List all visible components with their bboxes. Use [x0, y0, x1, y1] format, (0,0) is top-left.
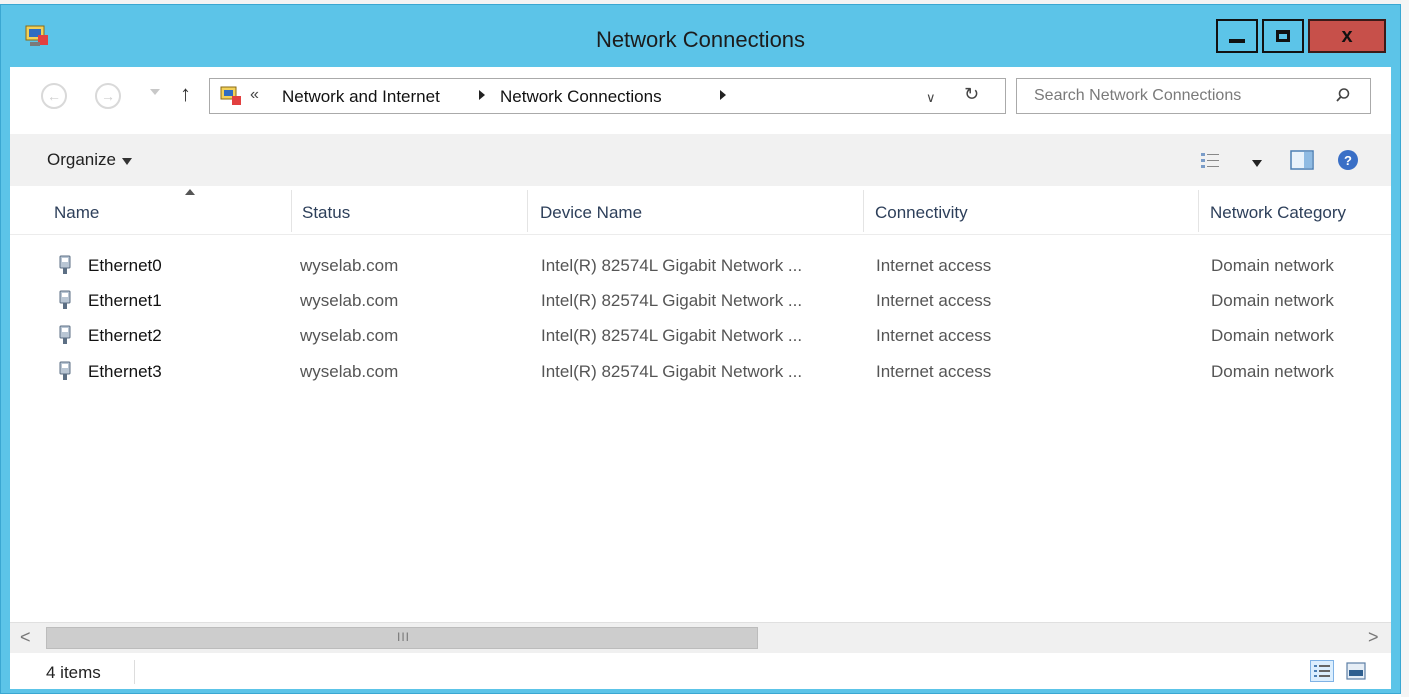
- column-header-label: Status: [302, 203, 351, 222]
- view-options-dropdown[interactable]: [1252, 160, 1262, 167]
- network-category: Domain network: [1211, 362, 1334, 381]
- organize-button[interactable]: Organize: [47, 150, 116, 170]
- command-bar: Organize ?: [10, 134, 1391, 186]
- search-box[interactable]: Search Network Connections: [1016, 78, 1371, 114]
- connection-status: wyselab.com: [300, 362, 399, 381]
- connectivity: Internet access: [876, 256, 992, 275]
- recent-locations-dropdown[interactable]: [150, 89, 160, 95]
- breadcrumb-network-connections[interactable]: Network Connections: [500, 87, 662, 107]
- up-button[interactable]: ↑: [180, 81, 191, 107]
- column-header-connectivity[interactable]: Connectivity: [864, 186, 1198, 234]
- ethernet-adapter-icon: [59, 325, 71, 344]
- column-header-name[interactable]: Name: [43, 186, 291, 234]
- column-header-device-name[interactable]: Device Name: [529, 186, 863, 234]
- preview-pane-icon[interactable]: [1290, 150, 1314, 170]
- device-name: Intel(R) 82574L Gigabit Network ...: [541, 256, 803, 275]
- table-row[interactable]: Ethernet1 wyselab.com Intel(R) 82574L Gi…: [10, 282, 1391, 318]
- status-divider: [134, 660, 135, 684]
- window-title: Network Connections: [595, 27, 806, 52]
- scroll-right-button[interactable]: >: [1368, 627, 1379, 648]
- connection-name: Ethernet2: [88, 326, 162, 345]
- forward-arrow-icon: →: [101, 88, 115, 104]
- maximize-icon: [1276, 30, 1290, 42]
- column-header-status[interactable]: Status: [291, 186, 527, 234]
- breadcrumb-arrow-icon[interactable]: [720, 90, 726, 100]
- connectivity: Internet access: [876, 326, 992, 345]
- device-name: Intel(R) 82574L Gigabit Network ...: [541, 362, 803, 381]
- network-category: Domain network: [1211, 326, 1334, 345]
- column-divider[interactable]: [527, 190, 528, 232]
- address-bar[interactable]: « Network and Internet Network Connectio…: [209, 78, 1006, 114]
- scrollbar-thumb[interactable]: III: [46, 627, 758, 649]
- breadcrumb-network-and-internet[interactable]: Network and Internet: [282, 87, 440, 107]
- address-history-chevron-icon[interactable]: ∨: [926, 90, 936, 106]
- network-connections-icon: [220, 86, 241, 105]
- navigation-bar: ← → ↑ « Network and Internet Network Con…: [10, 67, 1391, 127]
- search-input[interactable]: Search Network Connections: [1034, 87, 1241, 105]
- connection-name: Ethernet3: [88, 362, 162, 381]
- network-connections-window: Network Connections x ← → ↑ « Network an…: [0, 4, 1401, 694]
- network-category: Domain network: [1211, 291, 1334, 310]
- connectivity: Internet access: [876, 362, 992, 381]
- connection-status: wyselab.com: [300, 291, 399, 310]
- status-bar: 4 items: [10, 654, 1391, 689]
- column-header-row: Name Status Device Name Connectivity Net…: [10, 186, 1391, 235]
- help-icon[interactable]: ?: [1338, 150, 1358, 170]
- connection-status: wyselab.com: [300, 326, 399, 345]
- table-row[interactable]: Ethernet0 wyselab.com Intel(R) 82574L Gi…: [10, 247, 1391, 283]
- details-view-button[interactable]: [1310, 660, 1334, 682]
- address-overflow-chevron[interactable]: «: [250, 86, 259, 104]
- forward-button[interactable]: →: [95, 83, 121, 109]
- desktop-edge: [1401, 0, 1409, 697]
- device-name: Intel(R) 82574L Gigabit Network ...: [541, 291, 803, 310]
- column-header-label: Network Category: [1210, 203, 1347, 222]
- network-category: Domain network: [1211, 256, 1334, 275]
- sort-ascending-icon: [185, 189, 195, 195]
- horizontal-scrollbar[interactable]: < III >: [10, 622, 1391, 653]
- ethernet-adapter-icon: [59, 255, 71, 274]
- search-icon[interactable]: [1335, 87, 1351, 103]
- scroll-left-button[interactable]: <: [20, 627, 31, 648]
- table-row[interactable]: Ethernet3 wyselab.com Intel(R) 82574L Gi…: [10, 353, 1391, 389]
- refresh-icon[interactable]: ↻: [964, 84, 979, 105]
- table-row[interactable]: Ethernet2 wyselab.com Intel(R) 82574L Gi…: [10, 317, 1391, 353]
- breadcrumb-arrow-icon[interactable]: [479, 90, 485, 100]
- device-name: Intel(R) 82574L Gigabit Network ...: [541, 326, 803, 345]
- large-icons-view-icon[interactable]: [1346, 662, 1366, 680]
- scrollbar-grip: III: [397, 630, 411, 644]
- chevron-down-icon[interactable]: [122, 158, 132, 165]
- connectivity: Internet access: [876, 291, 992, 310]
- ethernet-adapter-icon: [59, 290, 71, 309]
- connection-status: wyselab.com: [300, 256, 399, 275]
- explorer-client-area: ← → ↑ « Network and Internet Network Con…: [10, 67, 1391, 689]
- change-view-icon[interactable]: [1200, 152, 1220, 170]
- title-bar[interactable]: Network Connections x: [1, 5, 1400, 67]
- back-arrow-icon: ←: [47, 88, 61, 104]
- close-button[interactable]: x: [1308, 19, 1386, 53]
- connection-name: Ethernet1: [88, 291, 162, 310]
- back-button[interactable]: ←: [41, 83, 67, 109]
- connection-name: Ethernet0: [88, 256, 162, 275]
- column-header-network-category[interactable]: Network Category: [1199, 186, 1391, 234]
- item-count: 4 items: [46, 663, 101, 682]
- maximize-button[interactable]: [1262, 19, 1304, 53]
- ethernet-adapter-icon: [59, 361, 71, 380]
- close-icon: x: [1341, 24, 1353, 47]
- column-header-label: Device Name: [540, 203, 643, 222]
- minimize-button[interactable]: [1216, 19, 1258, 53]
- caption-buttons: x: [1216, 19, 1386, 55]
- minimize-icon: [1229, 39, 1245, 43]
- column-header-label: Connectivity: [875, 203, 968, 222]
- column-header-label: Name: [54, 203, 100, 222]
- details-view-icon: [1314, 665, 1330, 677]
